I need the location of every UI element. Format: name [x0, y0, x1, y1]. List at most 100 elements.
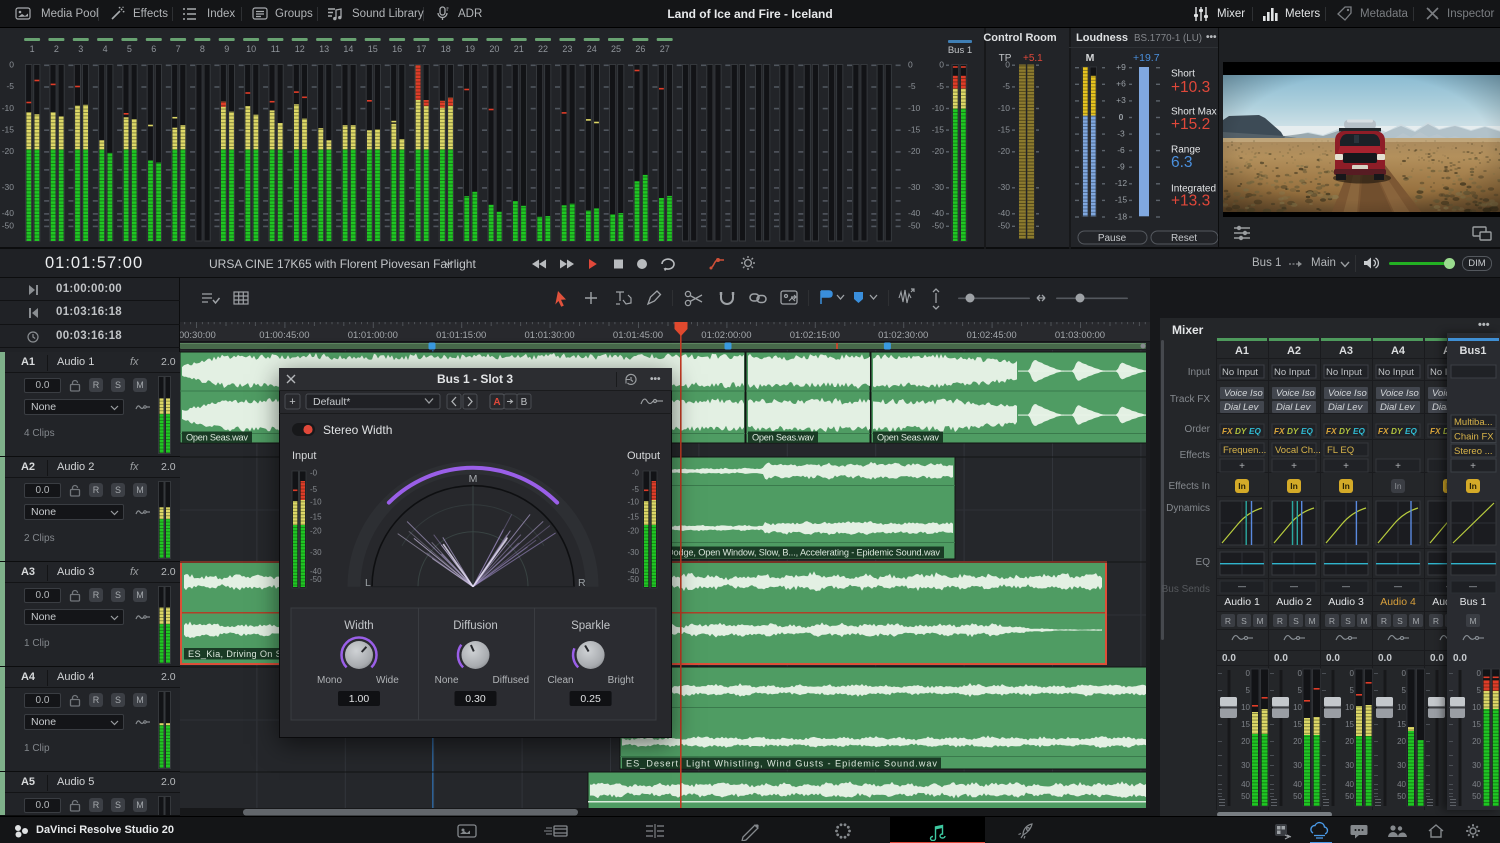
- svg-text:Effects In: Effects In: [1168, 481, 1210, 492]
- svg-text:01:02:45:00: 01:02:45:00: [967, 330, 1017, 341]
- svg-text:-50: -50: [310, 575, 322, 584]
- svg-text:+13.3: +13.3: [1171, 192, 1210, 209]
- svg-text:Audio 4: Audio 4: [1380, 596, 1416, 608]
- svg-text:27: 27: [660, 44, 670, 54]
- svg-text:11: 11: [271, 44, 280, 54]
- svg-text:1: 1: [30, 44, 35, 54]
- svg-text:20: 20: [489, 44, 499, 54]
- svg-text:Dial Lev: Dial Lev: [1380, 402, 1416, 413]
- svg-text:Bus 1: Bus 1: [948, 45, 972, 56]
- svg-text:Bus 1: Bus 1: [1460, 596, 1487, 608]
- svg-text:-15: -15: [998, 124, 1011, 134]
- svg-text:Default*: Default*: [313, 396, 350, 408]
- svg-text:25: 25: [611, 44, 621, 54]
- svg-text:0: 0: [908, 60, 913, 70]
- svg-text:18: 18: [441, 44, 451, 54]
- svg-text:Audio 2: Audio 2: [1276, 596, 1312, 608]
- svg-text:5: 5: [1298, 686, 1303, 695]
- svg-text:13: 13: [319, 44, 329, 54]
- svg-text:Mono: Mono: [317, 675, 342, 686]
- svg-text:R: R: [1225, 616, 1231, 626]
- svg-text:-5: -5: [632, 485, 640, 494]
- svg-text:-18: -18: [1115, 211, 1128, 221]
- svg-text:-40: -40: [998, 208, 1011, 218]
- svg-text:M: M: [1308, 616, 1315, 626]
- svg-text:-10: -10: [627, 497, 639, 506]
- svg-text:+3: +3: [1116, 95, 1126, 105]
- svg-text:Control Room: Control Room: [983, 32, 1057, 44]
- svg-text:24: 24: [587, 44, 597, 54]
- svg-text:20: 20: [1397, 737, 1406, 746]
- svg-text:Vocal Ch...: Vocal Ch...: [1275, 445, 1321, 456]
- svg-text:50: 50: [1472, 792, 1481, 801]
- svg-text:0.0: 0.0: [1453, 653, 1467, 664]
- svg-text:0: 0: [939, 60, 944, 70]
- svg-text:-0: -0: [310, 469, 318, 478]
- svg-text:FX: FX: [1378, 427, 1389, 436]
- svg-text:BS.1770-1 (LU): BS.1770-1 (LU): [1134, 33, 1202, 44]
- svg-text:Bus Sends: Bus Sends: [1162, 584, 1210, 595]
- svg-text:Audio 3: Audio 3: [1328, 596, 1364, 608]
- svg-text:DY: DY: [1339, 427, 1352, 436]
- svg-text:Open Seas.wav: Open Seas.wav: [877, 433, 939, 443]
- svg-text:-40: -40: [932, 208, 945, 218]
- svg-text:M: M: [1086, 52, 1095, 64]
- svg-text:-30: -30: [310, 548, 322, 557]
- svg-text:+10.3: +10.3: [1171, 79, 1210, 96]
- svg-text:No Input: No Input: [1378, 367, 1414, 378]
- svg-text:In: In: [1469, 481, 1477, 491]
- svg-text:None: None: [435, 675, 459, 686]
- svg-text:-10: -10: [2, 103, 15, 113]
- svg-text:01:01:30:00: 01:01:30:00: [525, 330, 575, 341]
- svg-text:FX: FX: [1326, 427, 1337, 436]
- svg-text:10: 10: [1241, 703, 1250, 712]
- svg-text:-30: -30: [2, 182, 15, 192]
- svg-text:R: R: [1277, 616, 1283, 626]
- svg-text:Wide: Wide: [376, 675, 399, 686]
- svg-text:+15.2: +15.2: [1171, 116, 1210, 133]
- svg-text:Input: Input: [1188, 367, 1210, 378]
- svg-text:In: In: [1290, 481, 1298, 491]
- svg-text:01:01:00:00: 01:01:00:00: [348, 330, 398, 341]
- svg-text:3: 3: [78, 44, 83, 54]
- svg-text:-30: -30: [627, 548, 639, 557]
- svg-text:EQ: EQ: [1353, 427, 1365, 436]
- svg-text:EQ: EQ: [1301, 427, 1313, 436]
- svg-text:DY: DY: [1287, 427, 1300, 436]
- svg-text:0: 0: [1350, 669, 1355, 678]
- svg-text:40: 40: [1472, 780, 1481, 789]
- svg-text:R: R: [578, 577, 586, 589]
- svg-text:S: S: [1345, 616, 1351, 626]
- svg-text:0: 0: [1246, 669, 1251, 678]
- svg-text:10: 10: [1397, 703, 1406, 712]
- svg-text:-10: -10: [908, 103, 921, 113]
- svg-text:-20: -20: [932, 146, 945, 156]
- svg-text:-6: -6: [1117, 145, 1125, 155]
- svg-text:+: +: [1395, 461, 1401, 472]
- svg-text:5: 5: [1350, 686, 1355, 695]
- svg-text:01:02:15:00: 01:02:15:00: [790, 330, 840, 341]
- svg-text:A3: A3: [1339, 345, 1353, 357]
- svg-text:01:01:15:00: 01:01:15:00: [436, 330, 486, 341]
- svg-text:A: A: [493, 397, 500, 408]
- svg-text:Dial Lev: Dial Lev: [1328, 402, 1364, 413]
- svg-text:1.00: 1.00: [349, 693, 370, 705]
- svg-text:6: 6: [151, 44, 156, 54]
- svg-text:-9: -9: [1117, 162, 1125, 172]
- svg-text:FX: FX: [1222, 427, 1233, 436]
- svg-text:30: 30: [1472, 761, 1481, 770]
- svg-text:No Input: No Input: [1222, 367, 1258, 378]
- svg-text:Voice Iso: Voice Iso: [1328, 388, 1367, 399]
- svg-text:Open Seas.wav: Open Seas.wav: [186, 433, 248, 443]
- svg-text:15: 15: [1345, 720, 1354, 729]
- svg-text:15: 15: [1397, 720, 1406, 729]
- svg-text:•••: •••: [650, 374, 661, 385]
- svg-text:FX: FX: [1274, 427, 1285, 436]
- svg-text:Open Seas.wav: Open Seas.wav: [752, 433, 814, 443]
- svg-text:Chain FX: Chain FX: [1454, 432, 1494, 443]
- svg-text:20: 20: [1345, 737, 1354, 746]
- svg-text:-15: -15: [310, 513, 322, 522]
- svg-text:-20: -20: [627, 527, 639, 536]
- svg-text:50: 50: [1397, 792, 1406, 801]
- svg-text:Stereo ...: Stereo ...: [1454, 446, 1493, 457]
